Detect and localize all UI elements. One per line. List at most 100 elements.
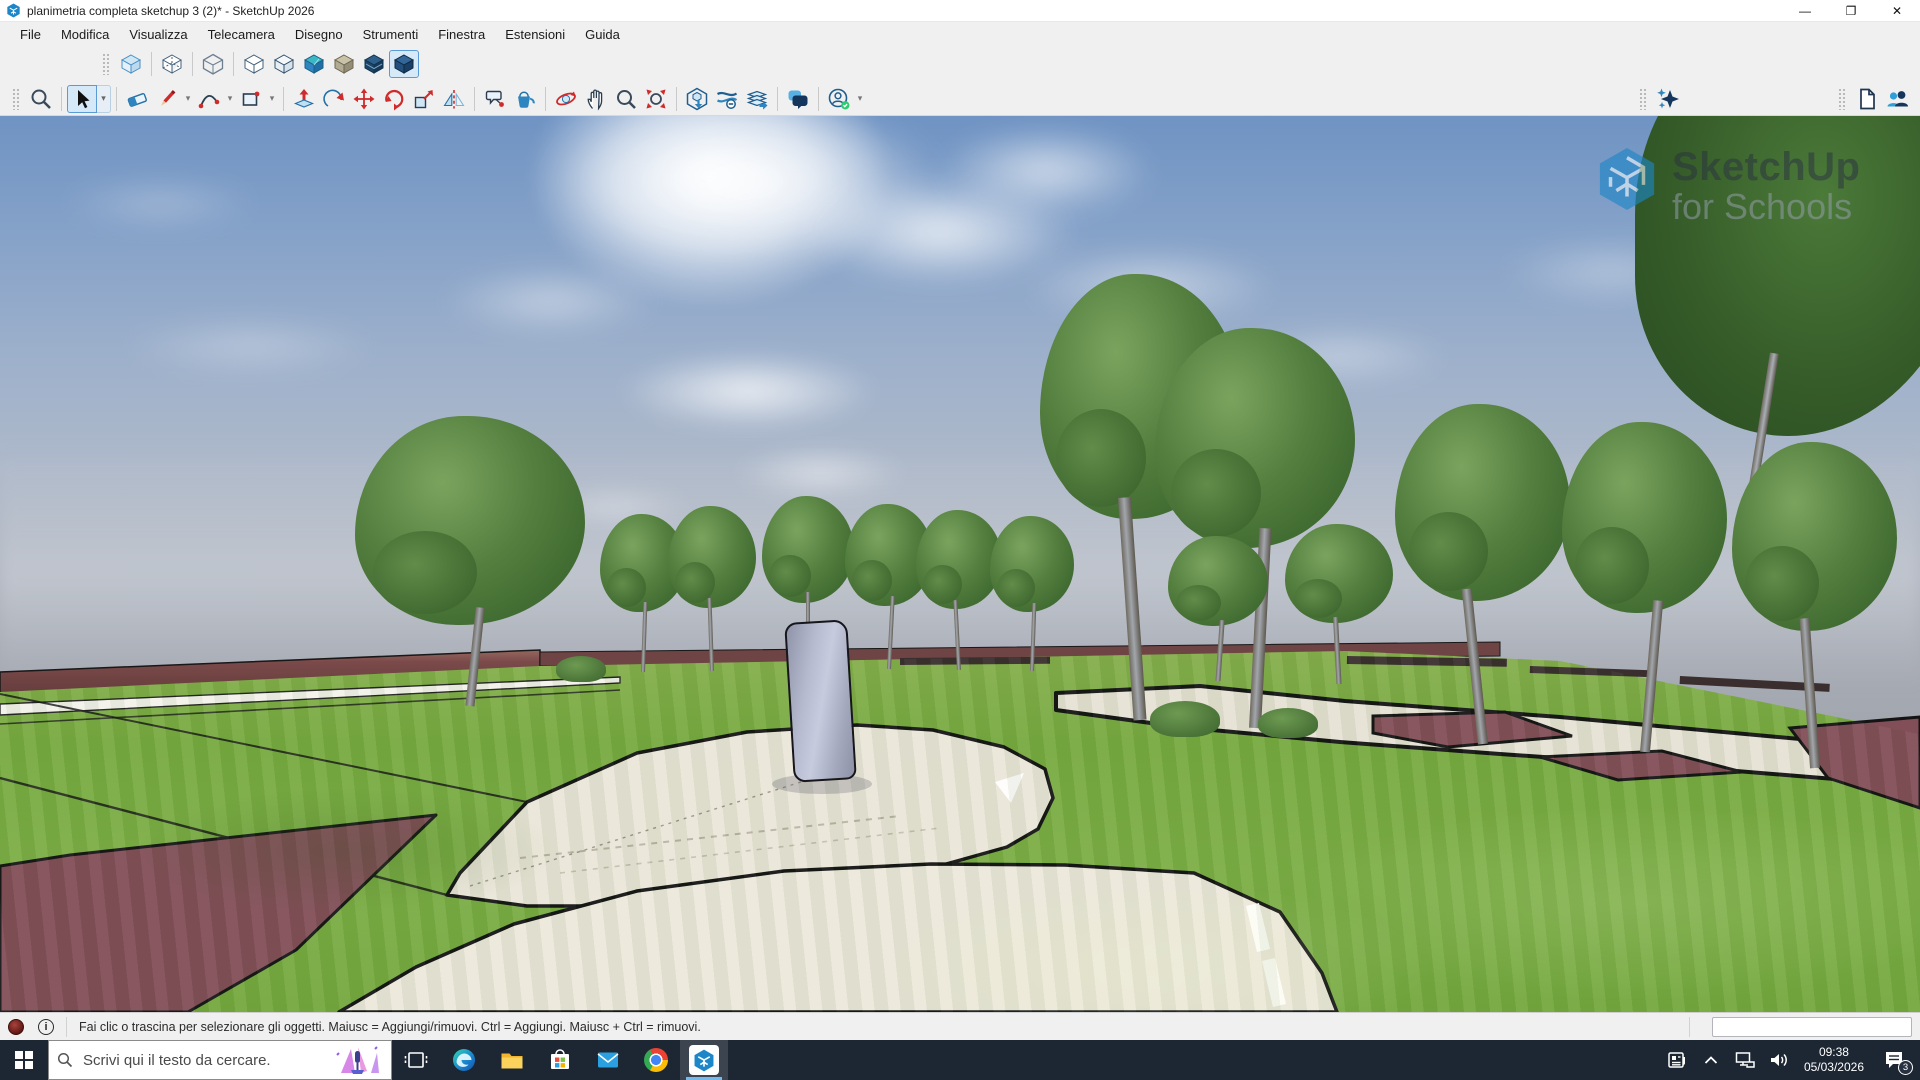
minimize-button[interactable]: — — [1782, 0, 1828, 22]
sketchup-logo-icon — [1596, 146, 1658, 212]
style-shaded-icon[interactable] — [269, 50, 299, 78]
line-icon[interactable] — [152, 85, 182, 113]
news-icon[interactable] — [1662, 1040, 1692, 1080]
style-hidden-line-icon[interactable] — [239, 50, 269, 78]
clock[interactable]: 09:38 05/03/2026 — [1798, 1045, 1870, 1075]
file-explorer-icon[interactable] — [488, 1040, 536, 1080]
edge-icon[interactable] — [440, 1040, 488, 1080]
eraser-icon[interactable] — [122, 85, 152, 113]
import-component-icon[interactable] — [682, 85, 712, 113]
style-xray-icon[interactable] — [116, 50, 146, 78]
account-dropdown-caret[interactable]: ▾ — [854, 85, 866, 113]
menu-finestra[interactable]: Finestra — [428, 24, 495, 45]
clock-date: 05/03/2026 — [1804, 1060, 1864, 1075]
toolbar-grip[interactable] — [1639, 88, 1647, 110]
store-icon[interactable] — [536, 1040, 584, 1080]
menu-bar: File Modifica Visualizza Telecamera Dise… — [0, 22, 1920, 46]
people-icon[interactable] — [1882, 85, 1912, 113]
task-view-icon[interactable] — [392, 1040, 440, 1080]
document-icon[interactable] — [1852, 85, 1882, 113]
style-monochrome-icon[interactable] — [329, 50, 359, 78]
chat-icon[interactable] — [783, 85, 813, 113]
tree — [668, 506, 756, 671]
scale-icon[interactable] — [409, 85, 439, 113]
tree — [1395, 404, 1570, 744]
bush — [1258, 708, 1318, 738]
arc-icon[interactable] — [194, 85, 224, 113]
rectangle-dropdown-caret[interactable]: ▾ — [266, 85, 278, 113]
account-icon[interactable] — [824, 85, 854, 113]
toolbar-grip[interactable] — [12, 88, 20, 110]
style-shaded-textures-icon[interactable] — [299, 50, 329, 78]
speaker-icon[interactable] — [1764, 1040, 1794, 1080]
model-viewport[interactable]: SketchUp for Schools — [0, 116, 1920, 1012]
text-icon[interactable] — [480, 85, 510, 113]
status-message: Fai clic o trascina per selezionare gli … — [79, 1020, 701, 1034]
push-pull-icon[interactable] — [289, 85, 319, 113]
search-icon[interactable] — [26, 85, 56, 113]
line-dropdown-caret[interactable]: ▾ — [182, 85, 194, 113]
search-highlight-icon — [331, 1043, 383, 1077]
menu-visualizza[interactable]: Visualizza — [119, 24, 197, 45]
monolith-model[interactable] — [784, 619, 857, 783]
toolbar-grip[interactable] — [102, 53, 110, 75]
style-wireframe-icon[interactable] — [198, 50, 228, 78]
zoom-icon[interactable] — [611, 85, 641, 113]
style-back-edges-icon[interactable] — [157, 50, 187, 78]
taskbar-search[interactable] — [48, 1040, 392, 1080]
sketchup-taskbar-icon[interactable] — [680, 1040, 728, 1080]
menu-disegno[interactable]: Disegno — [285, 24, 353, 45]
tree — [1562, 422, 1727, 752]
menu-strumenti[interactable]: Strumenti — [353, 24, 429, 45]
export-layers-icon[interactable] — [742, 85, 772, 113]
orbit-icon[interactable] — [551, 85, 581, 113]
select-dropdown-caret[interactable]: ▾ — [97, 85, 111, 113]
move-icon[interactable] — [349, 85, 379, 113]
menu-telecamera[interactable]: Telecamera — [198, 24, 285, 45]
tree — [1732, 442, 1897, 767]
paint-bucket-icon[interactable] — [510, 85, 540, 113]
purge-icon[interactable] — [712, 85, 742, 113]
toolbar-grip[interactable] — [1838, 88, 1846, 110]
style-dark-icon[interactable] — [359, 50, 389, 78]
tools-toolbar: ▾ ▾ ▾ ▾ ▾ — [0, 82, 1920, 116]
bush — [1150, 701, 1220, 737]
notification-icon[interactable]: 3 — [1874, 1040, 1914, 1080]
rotate-icon[interactable] — [379, 85, 409, 113]
menu-guida[interactable]: Guida — [575, 24, 630, 45]
styles-toolbar — [0, 46, 1920, 82]
sketchup-logo-icon — [6, 3, 21, 18]
arc-dropdown-caret[interactable]: ▾ — [224, 85, 236, 113]
sparkle-icon[interactable] — [1653, 85, 1683, 113]
style-active-icon[interactable] — [389, 50, 419, 78]
restore-button[interactable]: ❐ — [1828, 0, 1874, 22]
pan-icon[interactable] — [581, 85, 611, 113]
menu-modifica[interactable]: Modifica — [51, 24, 119, 45]
window-title: planimetria completa sketchup 3 (2)* - S… — [27, 4, 314, 18]
chevron-up-icon[interactable] — [1696, 1040, 1726, 1080]
close-button[interactable]: ✕ — [1874, 0, 1920, 22]
menu-estensioni[interactable]: Estensioni — [495, 24, 575, 45]
network-icon[interactable] — [1730, 1040, 1760, 1080]
chrome-icon[interactable] — [632, 1040, 680, 1080]
windows-logo-icon — [15, 1051, 33, 1069]
start-button[interactable] — [0, 1040, 48, 1080]
select-icon[interactable] — [67, 85, 97, 113]
info-icon[interactable]: i — [38, 1019, 54, 1035]
mail-icon[interactable] — [584, 1040, 632, 1080]
follow-me-icon[interactable] — [319, 85, 349, 113]
geolocation-icon[interactable] — [8, 1019, 24, 1035]
rectangle-icon[interactable] — [236, 85, 266, 113]
status-bar: i Fai clic o trascina per selezionare gl… — [0, 1012, 1920, 1040]
flip-icon[interactable] — [439, 85, 469, 113]
menu-file[interactable]: File — [10, 24, 51, 45]
measurement-input[interactable] — [1712, 1017, 1912, 1037]
search-input[interactable] — [81, 1051, 331, 1070]
sketchup-window: planimetria completa sketchup 3 (2)* - S… — [0, 0, 1920, 1080]
zoom-extents-icon[interactable] — [641, 85, 671, 113]
search-icon — [57, 1052, 73, 1068]
bush — [556, 656, 606, 682]
watermark-edition: for Schools — [1672, 188, 1861, 226]
title-bar: planimetria completa sketchup 3 (2)* - S… — [0, 0, 1920, 22]
tree — [1168, 536, 1268, 681]
